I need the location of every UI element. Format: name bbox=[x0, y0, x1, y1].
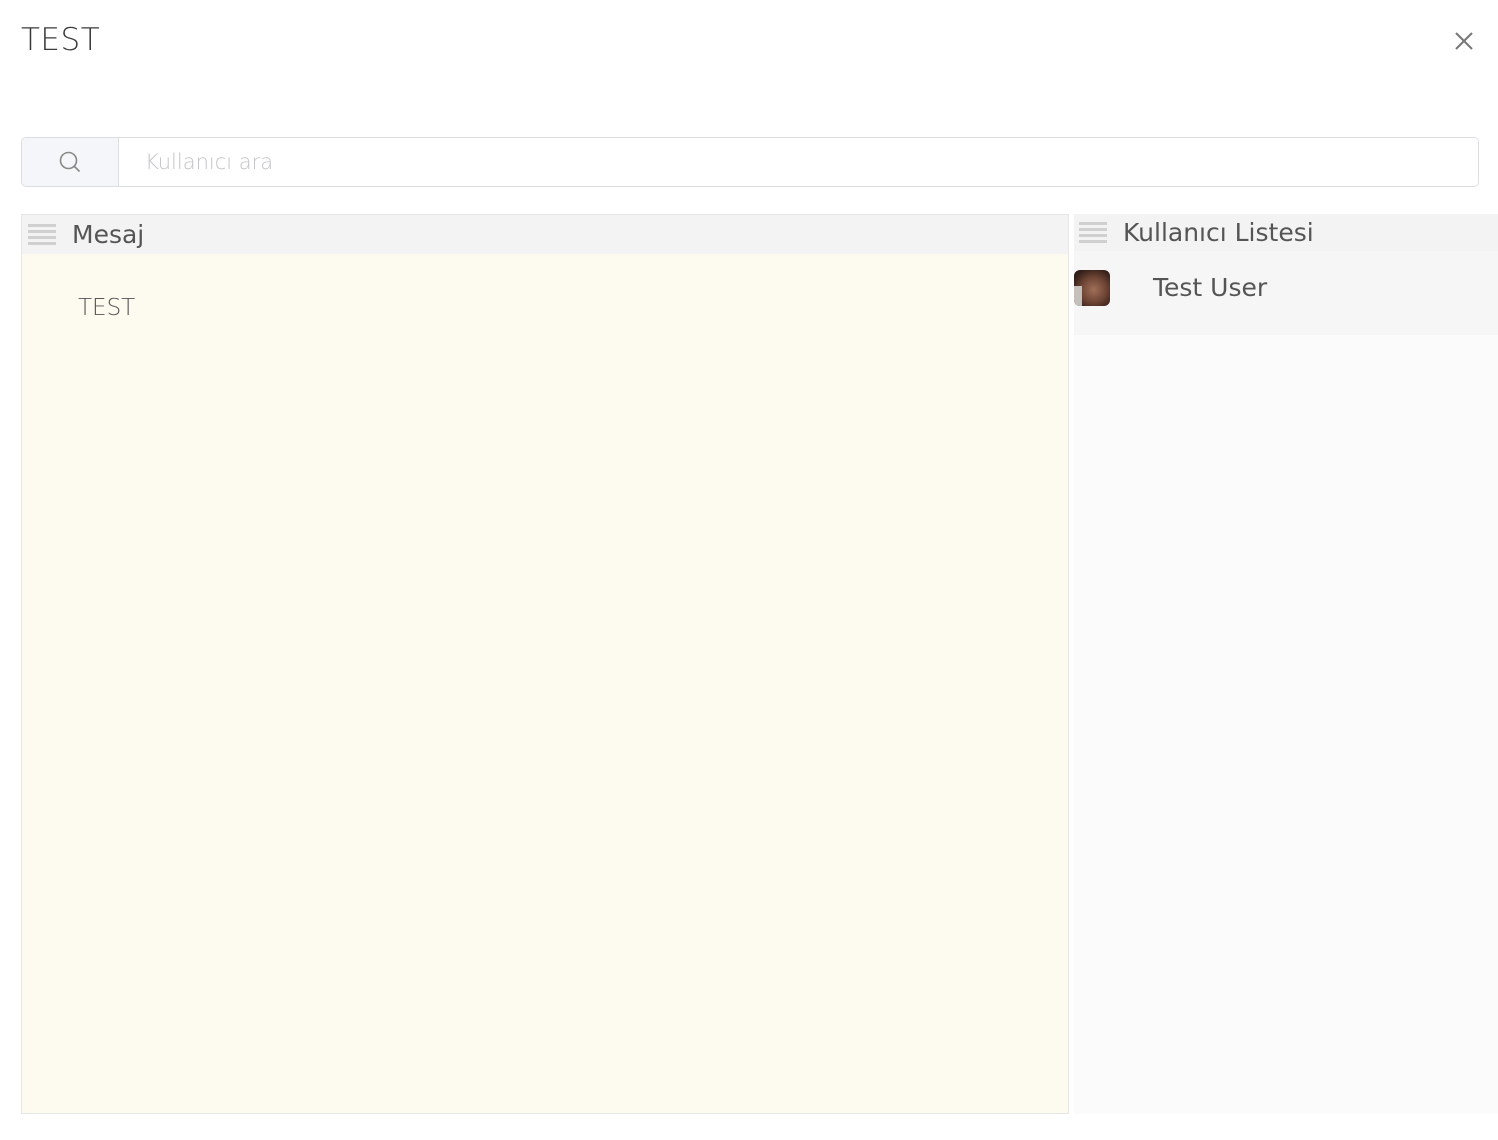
message-panel-header: Mesaj bbox=[22, 215, 1068, 254]
users-panel-header: Kullanıcı Listesi bbox=[1074, 214, 1498, 251]
message-panel-title: Mesaj bbox=[72, 220, 145, 249]
message-panel: Mesaj TEST bbox=[21, 214, 1069, 1114]
search-icon bbox=[59, 151, 80, 172]
message-content: TEST bbox=[78, 295, 136, 321]
avatar bbox=[1074, 270, 1110, 306]
modal-title: TEST bbox=[21, 22, 101, 58]
drag-handle-icon[interactable] bbox=[1079, 221, 1107, 244]
close-button[interactable] bbox=[1450, 27, 1478, 55]
user-name: Test User bbox=[1153, 273, 1268, 302]
user-list-item[interactable]: Test User bbox=[1074, 251, 1498, 335]
search-group bbox=[21, 137, 1479, 187]
close-icon bbox=[1455, 32, 1473, 50]
search-input[interactable] bbox=[119, 138, 1478, 186]
users-panel: Kullanıcı Listesi Test User bbox=[1074, 214, 1498, 1114]
search-addon bbox=[22, 138, 119, 186]
drag-handle-icon[interactable] bbox=[28, 223, 56, 246]
users-panel-title: Kullanıcı Listesi bbox=[1123, 218, 1314, 247]
